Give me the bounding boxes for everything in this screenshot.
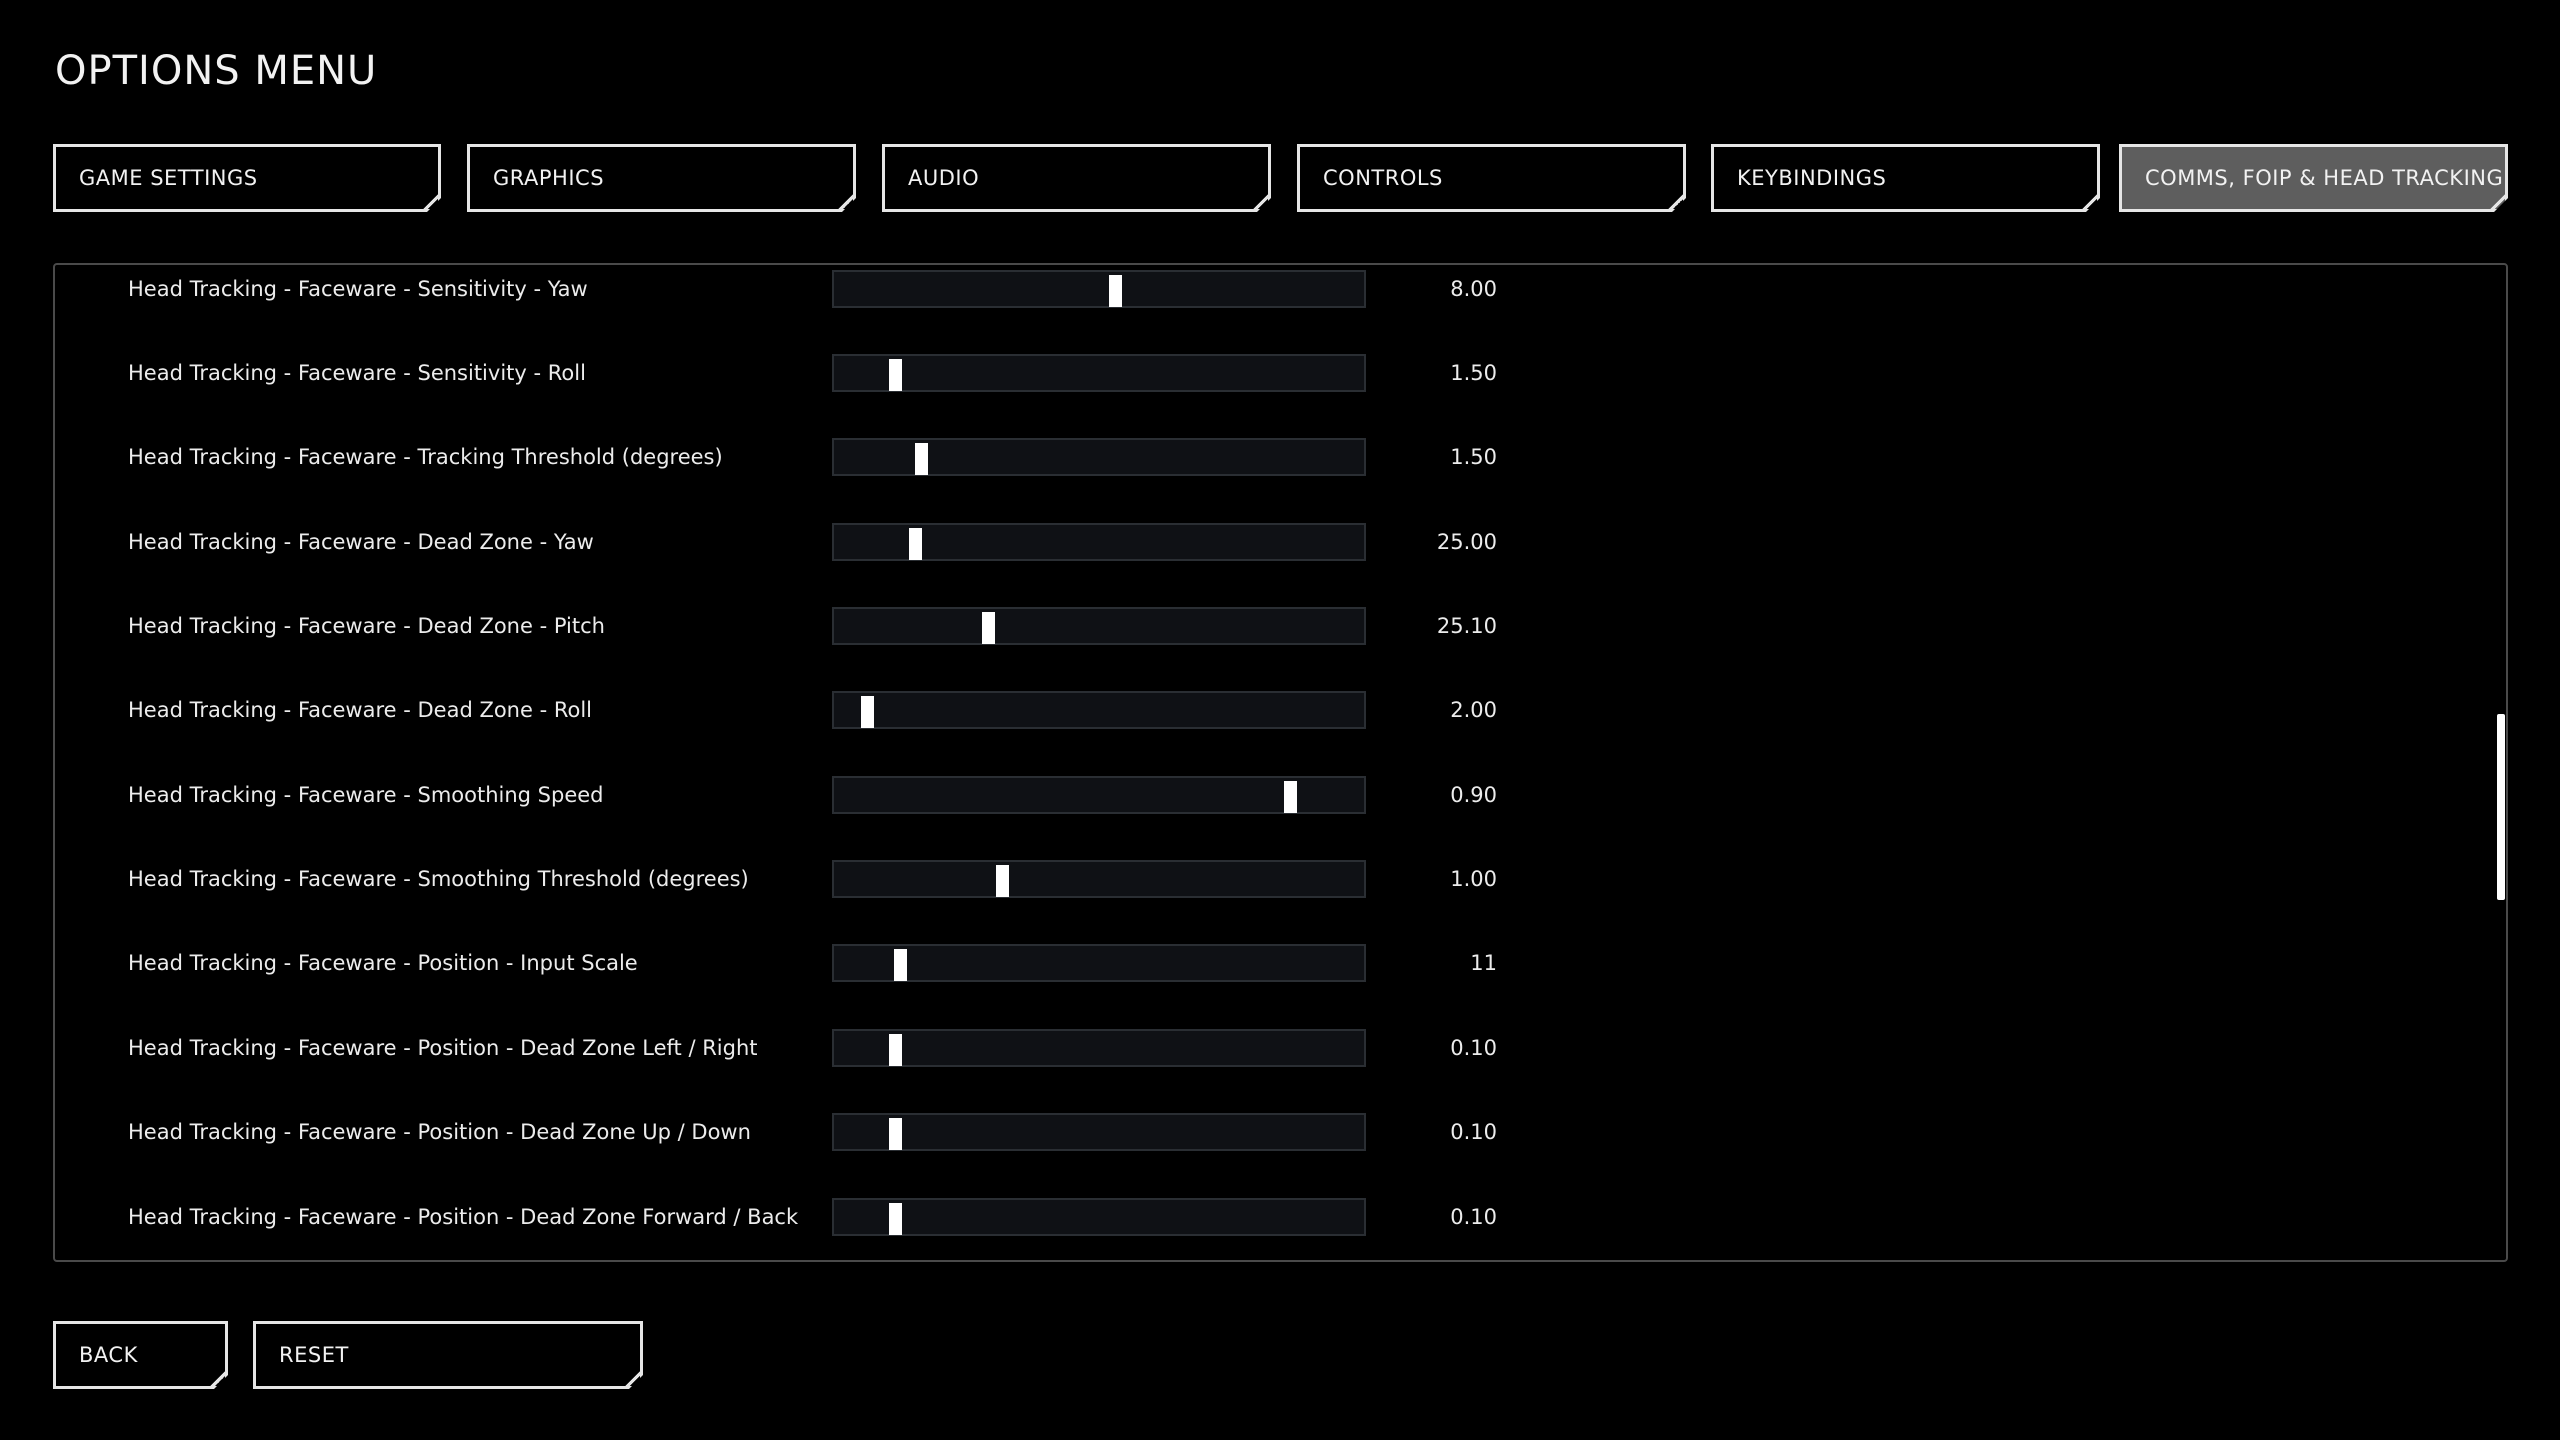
setting-value: 25.10 [1436, 614, 1497, 638]
setting-label: Head Tracking - Faceware - Sensitivity -… [128, 361, 586, 385]
setting-label: Head Tracking - Faceware - Position - De… [128, 1120, 751, 1144]
slider-thumb[interactable] [996, 865, 1009, 897]
setting-value: 25.00 [1436, 530, 1497, 554]
setting-row: Head Tracking - Faceware - Sensitivity -… [55, 265, 2506, 319]
tab-label: KEYBINDINGS [1737, 166, 1887, 190]
slider-thumb[interactable] [1108, 275, 1122, 307]
slider-thumb[interactable] [909, 528, 923, 560]
setting-value: 11 [1470, 951, 1497, 975]
setting-row: Head Tracking - Faceware - Sensitivity -… [55, 343, 2506, 403]
reset-button[interactable]: RESET [253, 1321, 643, 1389]
tab-label: GAME SETTINGS [79, 166, 258, 190]
setting-label: Head Tracking - Faceware - Smoothing Thr… [128, 867, 749, 891]
setting-row: Head Tracking - Faceware - Position - De… [55, 1018, 2506, 1078]
setting-label: Head Tracking - Faceware - Position - De… [128, 1036, 758, 1060]
tab-graphics[interactable]: GRAPHICS [467, 144, 856, 212]
setting-value: 0.10 [1450, 1205, 1497, 1229]
setting-row: Head Tracking - Faceware - Dead Zone - P… [55, 596, 2506, 656]
setting-row: Head Tracking - Faceware - Position - De… [55, 1187, 2506, 1247]
tab-label: CONTROLS [1323, 166, 1443, 190]
setting-label: Head Tracking - Faceware - Sensitivity -… [128, 277, 588, 301]
slider-track[interactable] [832, 944, 1366, 982]
slider-thumb[interactable] [981, 612, 995, 644]
slider-thumb[interactable] [894, 949, 908, 981]
slider-track[interactable] [832, 1198, 1366, 1236]
slider-track[interactable] [832, 438, 1366, 476]
back-button-label: BACK [79, 1343, 138, 1367]
setting-value: 0.10 [1450, 1036, 1497, 1060]
setting-value: 1.50 [1450, 445, 1497, 469]
setting-value: 1.50 [1450, 361, 1497, 385]
slider-track[interactable] [832, 523, 1366, 561]
scrollbar-thumb[interactable] [2497, 714, 2505, 900]
setting-row: Head Tracking - Faceware - Smoothing Thr… [55, 849, 2506, 909]
tab-keybindings[interactable]: KEYBINDINGS [1711, 144, 2100, 212]
slider-track[interactable] [832, 691, 1366, 729]
setting-label: Head Tracking - Faceware - Dead Zone - Y… [128, 530, 594, 554]
tab-audio[interactable]: AUDIO [882, 144, 1271, 212]
setting-value: 1.00 [1450, 867, 1497, 891]
setting-label: Head Tracking - Faceware - Smoothing Spe… [128, 783, 604, 807]
slider-thumb[interactable] [1283, 781, 1297, 813]
slider-track[interactable] [832, 1113, 1366, 1151]
tab-label: GRAPHICS [493, 166, 605, 190]
slider-track[interactable] [832, 607, 1366, 645]
setting-row: Head Tracking - Faceware - Tracking Thre… [55, 427, 2506, 487]
setting-value: 8.00 [1450, 277, 1497, 301]
slider-track[interactable] [832, 270, 1366, 308]
slider-thumb[interactable] [888, 359, 902, 391]
slider-thumb[interactable] [888, 1203, 902, 1235]
slider-thumb[interactable] [888, 1118, 902, 1150]
slider-thumb[interactable] [861, 696, 875, 728]
setting-label: Head Tracking - Faceware - Dead Zone - P… [128, 614, 605, 638]
tab-comms-foip-head-tracking[interactable]: COMMS, FOIP & HEAD TRACKING [2119, 144, 2508, 212]
tab-label: COMMS, FOIP & HEAD TRACKING [2145, 166, 2504, 190]
setting-row: Head Tracking - Faceware - Smoothing Spe… [55, 765, 2506, 825]
setting-value: 2.00 [1450, 698, 1497, 722]
settings-panel: Head Tracking - Faceware - Sensitivity -… [53, 263, 2508, 1262]
slider-thumb[interactable] [915, 443, 929, 475]
setting-row: Head Tracking - Faceware - Dead Zone - Y… [55, 512, 2506, 572]
tab-game-settings[interactable]: GAME SETTINGS [53, 144, 441, 212]
options-menu-screen: OPTIONS MENU GAME SETTINGS GRAPHICS AUDI… [0, 0, 2560, 1440]
setting-label: Head Tracking - Faceware - Dead Zone - R… [128, 698, 593, 722]
tab-label: AUDIO [908, 166, 980, 190]
slider-track[interactable] [832, 860, 1366, 898]
back-button[interactable]: BACK [53, 1321, 228, 1389]
slider-thumb[interactable] [888, 1034, 902, 1066]
setting-label: Head Tracking - Faceware - Position - In… [128, 951, 638, 975]
setting-row: Head Tracking - Faceware - Position - In… [55, 933, 2506, 993]
setting-row: Head Tracking - Faceware - Position - De… [55, 1102, 2506, 1162]
setting-row: Head Tracking - Faceware - Dead Zone - R… [55, 680, 2506, 740]
tab-controls[interactable]: CONTROLS [1297, 144, 1686, 212]
setting-label: Head Tracking - Faceware - Tracking Thre… [128, 445, 723, 469]
slider-track[interactable] [832, 354, 1366, 392]
slider-track[interactable] [832, 1029, 1366, 1067]
setting-label: Head Tracking - Faceware - Position - De… [128, 1205, 799, 1229]
page-title: OPTIONS MENU [55, 48, 378, 94]
setting-value: 0.10 [1450, 1120, 1497, 1144]
reset-button-label: RESET [279, 1343, 349, 1367]
setting-value: 0.90 [1450, 783, 1497, 807]
slider-track[interactable] [832, 776, 1366, 814]
